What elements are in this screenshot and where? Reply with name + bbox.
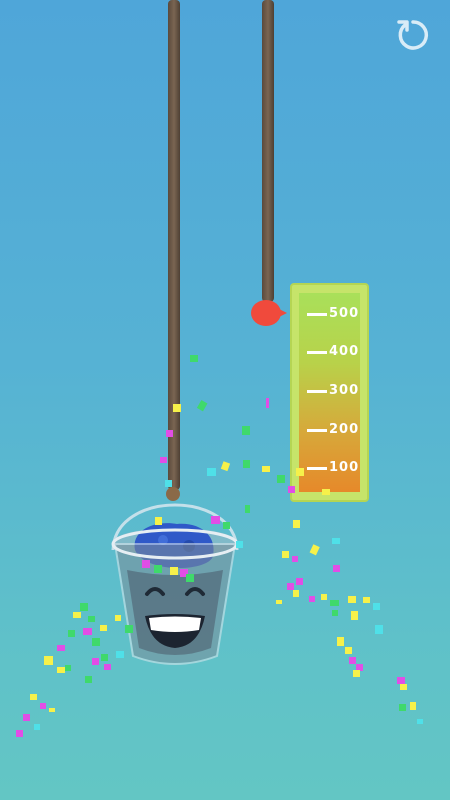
marker-rope [262,0,274,302]
meter-tick [307,390,327,393]
volume-meter: 500 400 300 200 100 [290,283,369,502]
meter-tick [307,351,327,354]
confetti-layer [16,355,423,737]
meter-tick-label: 400 [329,344,360,359]
meter-tick-label: 100 [329,460,360,475]
meter-tick [307,429,327,432]
meter-tick-label: 200 [329,422,360,437]
restart-icon[interactable] [394,16,432,54]
bucket [111,487,239,665]
game-scene: 500 400 300 200 100 [0,0,450,800]
meter-gauge: 500 400 300 200 100 [299,293,360,492]
meter-tick [307,313,327,316]
meter-tick [307,467,327,470]
bucket-rope [168,0,180,490]
target-marker [251,300,287,326]
meter-tick-label: 500 [329,306,360,321]
meter-tick-label: 300 [329,383,360,398]
